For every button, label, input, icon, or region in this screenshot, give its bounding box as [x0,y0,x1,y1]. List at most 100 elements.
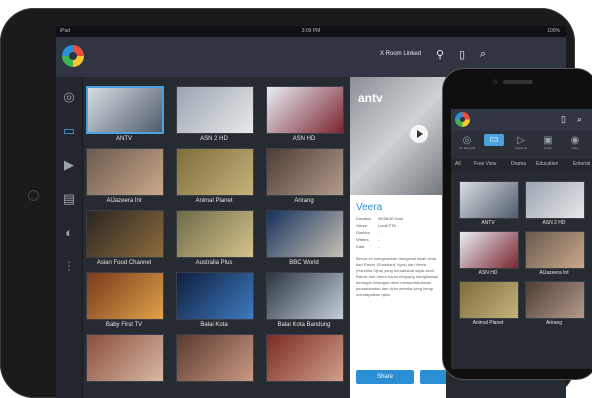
channel-card[interactable]: ASN 2 HD [525,181,585,226]
remote-icon[interactable]: ▯ [459,48,465,61]
meta-value: - [378,244,380,249]
channel-thumbnail[interactable] [86,148,164,196]
nav-item-on-demand[interactable]: ◎ On Demand [457,135,477,151]
channel-name: AlJazeera Int [106,198,142,204]
catchup-play-icon[interactable]: ▶ [61,157,77,173]
channel-thumbnail[interactable] [266,334,344,382]
play-icon[interactable] [410,125,428,143]
channel-card[interactable]: Arirang [266,148,344,204]
channel-thumbnail[interactable] [525,181,585,219]
channel-thumbnail[interactable] [86,334,164,382]
channel-card[interactable]: ASN HD [266,86,344,142]
category-tab[interactable]: Free View [474,161,496,167]
channel-card[interactable]: Arirang [525,281,585,326]
app-logo[interactable] [62,45,84,67]
category-tab[interactable]: Education [536,161,558,167]
channel-card[interactable]: Animal Planet [176,148,254,204]
home-button[interactable] [28,190,39,201]
share-button[interactable]: Share [356,370,414,384]
channel-name: ASN 2 HD [542,220,566,226]
category-tab[interactable]: Entertai [573,161,590,167]
nav-icon: ▣ [543,135,553,146]
channel-card[interactable]: Animal Planet [459,281,519,326]
channel-card[interactable] [176,334,254,384]
channel-thumbnail[interactable] [266,148,344,196]
meta-key: Director [356,230,371,235]
channel-card[interactable]: Baby First TV [86,272,164,328]
category-tab[interactable]: All [455,161,461,167]
channel-name: ASN 2 HD [200,136,228,142]
meta-value: - [378,230,380,235]
remote-icon[interactable]: ▯ [561,114,566,125]
nav-item-catch-up[interactable]: ▷ Catch-up [511,135,531,151]
search-icon[interactable]: ⌕ [480,48,486,61]
settings-sliders-icon[interactable]: ⫶ [61,259,77,275]
channel-card[interactable]: ASN 2 HD [176,86,254,142]
program-meta: Duration 09:58:00 Hour Genre Local FTA Direc… [350,215,446,250]
nav-item-guide[interactable]: ▣ Guide [538,135,558,151]
nav-item-live-tv[interactable]: ▭ [484,134,504,146]
channel-card[interactable] [86,334,164,384]
phone-screen: ▯ ⌕ ◎ On Demand ▭ ▷ Catch-up ▣ Guide ◉ Video All… [451,109,592,369]
channel-thumbnail[interactable] [176,86,254,134]
channel-thumbnail[interactable] [459,281,519,319]
meta-key: Duration [356,216,372,221]
phone-nav: ◎ On Demand ▭ ▷ Catch-up ▣ Guide ◉ Video [451,131,592,159]
phone-device: ▯ ⌕ ◎ On Demand ▭ ▷ Catch-up ▣ Guide ◉ Video All… [442,68,592,380]
channel-card[interactable]: BBC World [266,210,344,266]
channel-thumbnail[interactable] [86,210,164,258]
nav-icon: ▭ [489,134,499,145]
channel-name: BBC World [289,260,319,266]
program-title: Veera [356,202,383,213]
tv-guide-icon[interactable]: ▤ [61,191,77,207]
channel-name: Arirang [545,320,563,326]
meta-key: Genre [356,223,368,228]
on-demand-icon[interactable]: ◎ [61,89,77,105]
channel-thumbnail[interactable] [86,272,164,320]
channel-thumbnail[interactable] [176,334,254,382]
search-icon[interactable]: ⌕ [577,114,582,125]
nav-label: Video [571,146,579,150]
channel-name: Australia Plus [195,260,233,266]
channel-card[interactable]: Balai Kota Bandung [266,272,344,328]
channel-card[interactable]: Balai Kota [176,272,254,328]
channel-thumbnail[interactable] [459,181,519,219]
meta-value: - [378,237,380,242]
secondary-action-button[interactable] [420,370,446,384]
app-logo[interactable] [455,112,470,127]
location-pin-icon[interactable]: ⚲ [436,48,444,61]
channel-thumbnail[interactable] [525,231,585,269]
channel-card[interactable]: ANTV [459,181,519,226]
nav-icon: ◉ [570,135,580,146]
category-tabs: All Free View Drama Education Entertai [451,159,592,170]
channel-card[interactable]: AlJazeera Int [86,148,164,204]
vod-icon[interactable]: ◐ [61,225,77,241]
channel-thumbnail[interactable] [266,86,344,134]
battery-label: 100% [547,28,560,34]
channel-card[interactable]: Asian Food Channel [86,210,164,266]
channel-thumbnail[interactable] [176,210,254,258]
channel-name: Animal Planet [472,320,504,326]
channel-thumbnail[interactable] [525,281,585,319]
channel-thumbnail[interactable] [176,272,254,320]
channel-card[interactable]: Australia Plus [176,210,254,266]
meta-row: Genre Local FTA [356,222,446,229]
channel-thumbnail[interactable] [266,210,344,258]
category-tab[interactable]: Drama [511,161,526,167]
channel-card[interactable]: ASN HD [459,231,519,276]
channel-thumbnail[interactable] [86,86,164,134]
channel-thumbnail[interactable] [459,231,519,269]
channel-name: Balai Kota [200,322,228,328]
channel-name: ANTV [115,136,132,142]
nav-item-video[interactable]: ◉ Video [565,135,585,151]
clock: 3:09 PM [301,28,321,34]
channel-card[interactable]: ANTV [86,86,164,142]
room-linked-label[interactable]: X Room Linked [380,51,421,57]
channel-card[interactable]: AlJazeera Int [525,231,585,276]
live-tv-icon[interactable]: ▭ [61,123,77,139]
meta-value: 09:58:00 Hour [378,216,404,221]
meta-key: Cast [356,244,365,249]
channel-card[interactable] [266,334,344,384]
channel-thumbnail[interactable] [266,272,344,320]
channel-thumbnail[interactable] [176,148,254,196]
